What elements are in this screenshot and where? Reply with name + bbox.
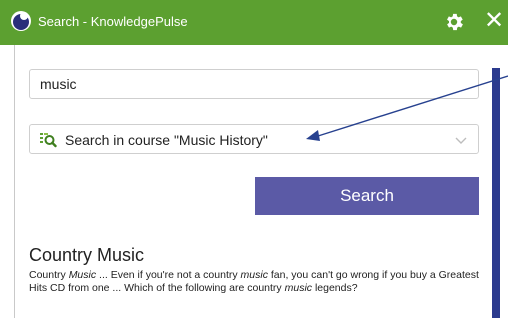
close-icon[interactable]: ✕ — [484, 6, 508, 36]
snippet-part: Country — [29, 269, 69, 281]
search-panel: Search in course "Music History" Search … — [14, 45, 485, 318]
snippet-highlight: Music — [68, 269, 97, 281]
app-logo-icon — [11, 11, 31, 31]
snippet-highlight: music — [284, 282, 313, 294]
snippet-highlight: music — [240, 269, 268, 281]
gear-icon[interactable] — [443, 11, 465, 33]
search-input[interactable] — [29, 69, 479, 99]
scope-dropdown-label: Search in course "Music History" — [65, 132, 268, 148]
search-window: Search - KnowledgePulse ✕ Search in cour… — [0, 0, 508, 318]
snippet-part: legends? — [312, 282, 358, 294]
chevron-down-icon — [455, 137, 467, 144]
scope-dropdown[interactable]: Search in course "Music History" — [29, 124, 479, 154]
search-button[interactable]: Search — [255, 177, 479, 215]
result-snippet: Country Music ... Even if you're not a c… — [29, 269, 481, 295]
title-bar: Search - KnowledgePulse ✕ — [0, 0, 508, 45]
window-title: Search - KnowledgePulse — [38, 14, 188, 29]
result-title[interactable]: Country Music — [29, 244, 144, 266]
search-tree-icon — [40, 133, 57, 148]
scrollbar[interactable] — [492, 68, 500, 318]
snippet-part: ... Even if you're not a country — [96, 269, 241, 281]
